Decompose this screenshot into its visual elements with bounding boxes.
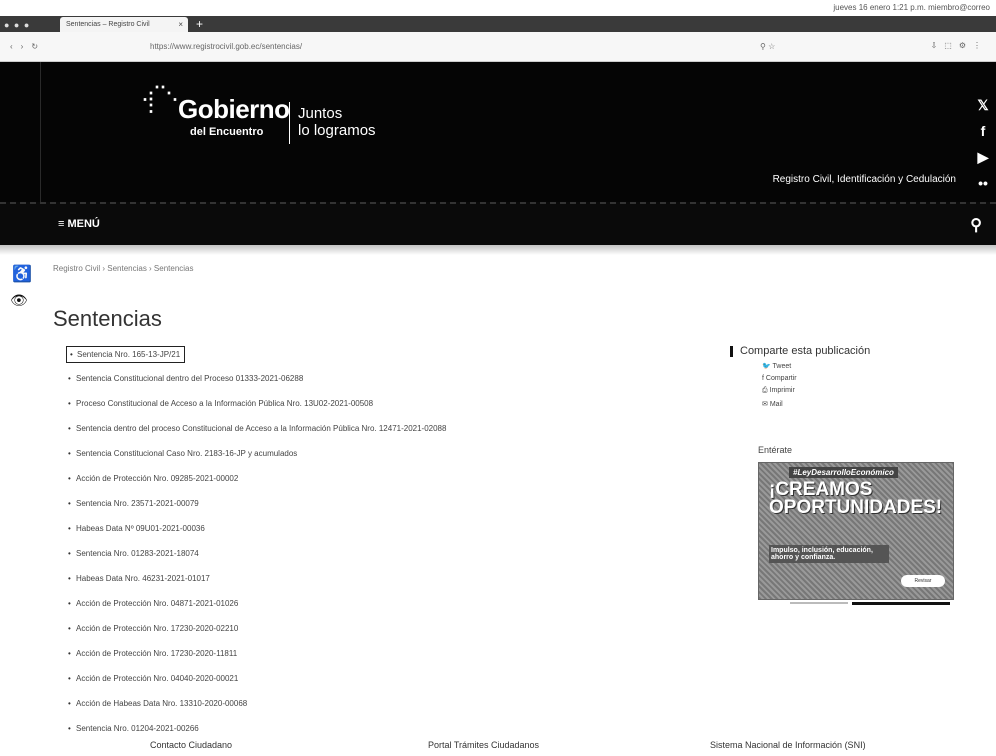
close-tab-icon[interactable]: ×	[178, 20, 183, 29]
document-link[interactable]: Sentencia Nro. 01204-2021-00266	[68, 723, 548, 734]
slogan-line-2: lo logramos	[298, 122, 376, 139]
document-link[interactable]: Acción de Protección Nro. 17230-2020-022…	[68, 623, 548, 634]
logo-separator	[289, 102, 290, 144]
banner-body: Impulso, inclusión, educación, ahorro y …	[769, 545, 889, 563]
document-link[interactable]: Sentencia Nro. 165-13-JP/21	[66, 346, 186, 363]
document-link[interactable]: Acción de Protección Nro. 04871-2021-010…	[68, 598, 548, 609]
flickr-icon[interactable]: ••	[970, 170, 996, 196]
address-bar: ‹›↻ https://www.registrocivil.gob.ec/sen…	[0, 32, 996, 62]
slider-dot[interactable]	[790, 602, 848, 604]
logo-subtitle: del Encuentro	[190, 126, 264, 138]
slogan-line-1: Juntos	[298, 105, 343, 122]
new-tab-icon[interactable]: +	[196, 17, 203, 31]
agency-name: Registro Civil, Identificación y Cedulac…	[772, 174, 956, 185]
document-link[interactable]: Sentencia Constitucional Caso Nro. 2183-…	[68, 448, 548, 459]
document-link[interactable]: Habeas Data Nº 09U01-2021-00036	[68, 523, 548, 534]
os-titlebar: jueves 16 enero 1:21 p.m. miembro@correo	[0, 0, 996, 16]
document-link[interactable]: Acción de Habeas Data Nro. 13310-2020-00…	[68, 698, 548, 709]
banner-slider-indicator[interactable]	[790, 602, 950, 605]
banner-button[interactable]: Revisar	[901, 575, 945, 587]
document-link[interactable]: Proceso Constitucional de Acceso a la In…	[68, 398, 548, 409]
divider	[40, 62, 41, 202]
share-title: Comparte esta publicación	[730, 345, 960, 357]
url-field[interactable]: https://www.registrocivil.gob.ec/sentenc…	[150, 42, 302, 51]
document-link[interactable]: Sentencia dentro del proceso Constitucio…	[68, 423, 548, 434]
share-facebook-link[interactable]: f Compartir	[762, 375, 960, 382]
footer-contacto[interactable]: Contacto Ciudadano	[150, 740, 232, 750]
eye-icon[interactable]: 👁	[10, 292, 28, 309]
twitter-icon[interactable]: 𝕏	[970, 92, 996, 118]
nav-buttons-icon[interactable]: ‹›↻	[10, 42, 46, 51]
share-print-link[interactable]: ⎙ Imprimir	[762, 387, 960, 395]
footer-sni[interactable]: Sistema Nacional de Información (SNI)	[710, 740, 866, 750]
banner-headline: ¡CREAMOS OPORTUNIDADES!	[769, 479, 943, 518]
footer-portal[interactable]: Portal Trámites Ciudadanos	[428, 740, 539, 750]
browser-tabstrip: ● ● ● Sentencias – Registro Civil × +	[0, 16, 996, 32]
documents-list: Sentencia Nro. 165-13-JP/21 Sentencia Con…	[66, 344, 548, 748]
logo-slogan: Juntos lo logramos	[298, 105, 376, 139]
window-controls-icon[interactable]: ● ● ●	[4, 20, 30, 30]
page-title: Sentencias	[53, 306, 162, 331]
document-link[interactable]: Acción de Protección Nro. 09285-2021-000…	[68, 473, 548, 484]
facebook-icon[interactable]: f	[970, 118, 996, 144]
document-link[interactable]: Acción de Protección Nro. 04040-2020-000…	[68, 673, 548, 684]
tab-title: Sentencias – Registro Civil	[66, 21, 150, 28]
enterate-label: Entérate	[758, 445, 793, 455]
footer: Contacto Ciudadano Portal Trámites Ciuda…	[0, 736, 996, 756]
site-header: ⋰⋱ ⋮ Gobierno del Encuentro Juntos lo log…	[0, 62, 996, 202]
document-link[interactable]: Acción de Protección Nro. 17230-2020-118…	[68, 648, 548, 659]
logo-sun-icon: ⋰⋱ ⋮	[142, 83, 178, 115]
share-panel: Comparte esta publicación 🐦 Tweet f Comp…	[730, 345, 960, 413]
logo-title[interactable]: Gobierno	[178, 94, 290, 125]
document-link[interactable]: Sentencia Nro. 01283-2021-18074	[68, 548, 548, 559]
slider-dot-active[interactable]	[852, 602, 950, 605]
browser-tab[interactable]: Sentencias – Registro Civil ×	[60, 17, 188, 32]
menu-button[interactable]: ≡ MENÚ	[58, 218, 100, 230]
os-status-text: jueves 16 enero 1:21 p.m. miembro@correo	[833, 3, 990, 12]
document-link[interactable]: Sentencia Nro. 23571-2021-00079	[68, 498, 548, 509]
search-icon[interactable]: ⚲	[970, 215, 982, 235]
extensions-icon[interactable]: ⇩⬚⚙⋮	[931, 41, 988, 50]
social-links: 𝕏 f ▶ ••	[970, 92, 996, 196]
share-mail-link[interactable]: ✉ Mail	[762, 400, 960, 408]
menu-shadow	[0, 245, 996, 255]
document-link[interactable]: Habeas Data Nro. 46231-2021-01017	[68, 573, 548, 584]
share-tweet-link[interactable]: 🐦 Tweet	[762, 362, 960, 370]
address-tools-icon[interactable]: ⚲ ☆	[760, 42, 775, 51]
youtube-icon[interactable]: ▶	[970, 144, 996, 170]
promo-banner[interactable]: #LeyDesarrolloEconómico ¡CREAMOS OPORTUN…	[758, 462, 954, 600]
menu-bar: ≡ MENÚ ⚲	[0, 202, 996, 245]
breadcrumb[interactable]: Registro Civil › Sentencias › Sentencias	[53, 264, 194, 273]
document-link[interactable]: Sentencia Constitucional dentro del Proc…	[68, 373, 548, 384]
banner-tag: #LeyDesarrolloEconómico	[789, 467, 898, 478]
accessibility-icon[interactable]: ♿	[12, 264, 32, 284]
